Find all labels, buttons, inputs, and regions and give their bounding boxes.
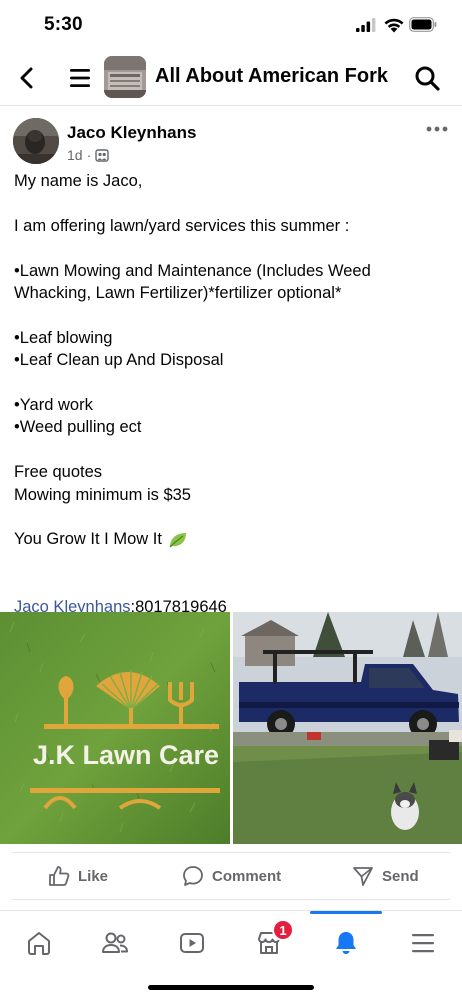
bell-icon (336, 932, 356, 954)
tab-friends[interactable] (90, 923, 140, 963)
like-label: Like (78, 867, 109, 885)
like-button[interactable]: Like (48, 853, 108, 899)
comment-button[interactable]: Comment (182, 853, 281, 899)
video-icon (180, 933, 204, 953)
signal-icon (356, 18, 376, 32)
friends-icon (102, 932, 128, 953)
avatar-photo (13, 118, 59, 164)
home-icon (28, 932, 50, 955)
comment-label: Comment (212, 867, 282, 885)
post-line: You Grow It I Mow It (14, 528, 450, 550)
post-image-truck[interactable] (233, 612, 462, 844)
leaf-icon (169, 532, 186, 548)
tab-video[interactable] (167, 923, 217, 963)
send-label: Send (382, 867, 419, 885)
group-privacy-icon (95, 149, 109, 162)
post-line: My name is Jaco, (14, 172, 143, 190)
post-line: •Weed pulling ect (14, 418, 142, 437)
author-name[interactable]: Jaco Kleynhans (67, 123, 196, 143)
post-image-logo[interactable]: J.K Lawn Care (0, 612, 230, 844)
post-line: •Lawn Mowing and Maintenance (Includes W… (14, 261, 371, 302)
slogan-text: You Grow It I Mow It (14, 530, 162, 549)
post-line: •Yard work (14, 396, 93, 414)
wifi-icon (384, 18, 404, 33)
truck-photo-image (233, 612, 462, 844)
active-tab-indicator (310, 911, 382, 914)
send-icon (353, 867, 373, 886)
home-indicator (148, 985, 314, 990)
post-line: •Leaf blowing (14, 328, 113, 347)
group-header: All About American Fork (0, 50, 462, 106)
send-button[interactable]: Send (352, 853, 419, 899)
like-icon (49, 866, 70, 886)
post-line: •Leaf Clean up And Disposal (14, 351, 224, 370)
post-actions: Like Comment Send (12, 852, 450, 900)
search-icon[interactable] (413, 64, 441, 92)
group-thumbnail[interactable] (104, 56, 146, 98)
author-avatar[interactable] (13, 118, 59, 164)
back-icon[interactable] (14, 64, 40, 92)
status-time: 5:30 (44, 14, 83, 35)
tab-menu[interactable] (398, 923, 448, 963)
post-line: I am offering lawn/yard services this su… (14, 216, 350, 235)
tab-home[interactable] (14, 923, 64, 963)
post-line: Mowing minimum is $35 (14, 485, 191, 504)
post-time[interactable]: 1d (67, 147, 83, 163)
status-bar: 5:30 (0, 0, 462, 50)
group-title[interactable]: All About American Fork (155, 65, 388, 88)
comment-icon (183, 866, 203, 886)
post-line: Free quotes (14, 463, 103, 482)
lawn-care-logo-image: J.K Lawn Care (0, 612, 230, 844)
more-icon[interactable] (425, 122, 449, 136)
logo-text: J.K Lawn Care (33, 740, 219, 770)
battery-icon (409, 17, 437, 32)
group-photo (104, 56, 146, 98)
meta-separator: · (86, 147, 92, 163)
notification-badge: 1 (272, 919, 294, 941)
post-meta: 1d · (67, 147, 109, 163)
menu-icon[interactable] (68, 66, 92, 90)
post-text: My name is Jaco, I am offering lawn/yard… (14, 170, 450, 618)
menu-tab-icon (412, 934, 434, 953)
tab-notifications[interactable] (321, 923, 371, 963)
